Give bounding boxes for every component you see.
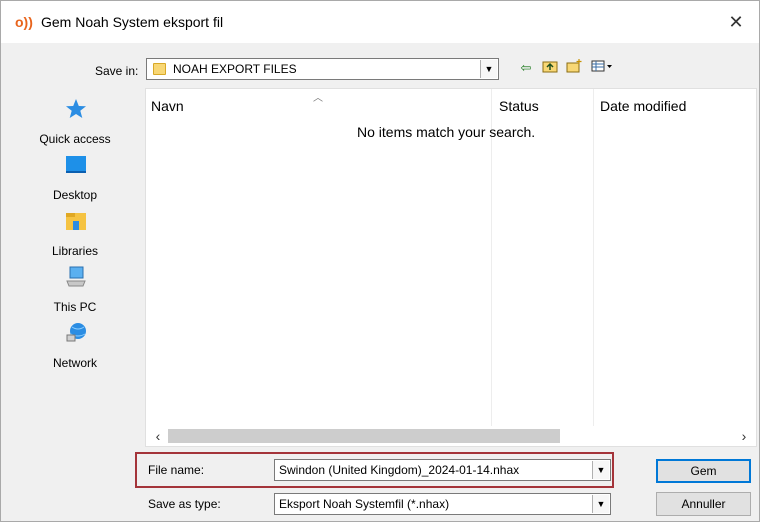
save-in-dropdown[interactable]: NOAH EXPORT FILES ▼ — [146, 58, 499, 80]
star-icon — [65, 98, 87, 120]
file-list[interactable]: ︿ Navn Status Date modified No items mat… — [145, 88, 757, 447]
scroll-left-icon[interactable]: ‹ — [150, 426, 166, 446]
window-title: Gem Noah System eksport fil — [41, 14, 224, 30]
network-icon — [65, 322, 87, 344]
chevron-down-icon[interactable]: ▼ — [592, 495, 609, 513]
column-header-status[interactable]: Status — [499, 98, 539, 114]
place-network[interactable]: Network — [9, 322, 141, 372]
place-quick-access[interactable]: Quick access — [9, 98, 141, 148]
column-divider[interactable] — [593, 89, 594, 427]
place-label: Network — [52, 356, 97, 370]
place-desktop[interactable]: Desktop — [9, 154, 141, 204]
sort-ascending-icon: ︿ — [313, 93, 323, 104]
column-header-name[interactable]: Navn — [151, 98, 184, 114]
place-label: Desktop — [52, 188, 98, 202]
filename-label: File name: — [148, 463, 205, 477]
folder-icon — [153, 63, 166, 75]
save-type-dropdown[interactable]: Eksport Noah Systemfil (*.nhax) ▼ — [274, 493, 611, 515]
places-bar: Quick access Desktop Libraries This PC N… — [9, 88, 141, 428]
desktop-icon — [65, 154, 87, 176]
chevron-down-icon[interactable]: ▼ — [592, 461, 609, 479]
empty-message: No items match your search. — [357, 124, 536, 140]
computer-icon — [65, 266, 87, 288]
save-in-value: NOAH EXPORT FILES — [173, 62, 297, 76]
filename-value: Swindon (United Kingdom)_2024-01-14.nhax — [279, 463, 520, 477]
place-label: Libraries — [51, 244, 99, 258]
close-button[interactable]: ✕ — [713, 1, 759, 43]
save-dialog: o)) Gem Noah System eksport fil ✕ Save i… — [0, 0, 760, 522]
chevron-down-icon[interactable]: ▼ — [480, 60, 497, 78]
save-type-value: Eksport Noah Systemfil (*.nhax) — [279, 497, 450, 511]
save-type-label: Save as type: — [148, 497, 221, 511]
column-header-date-modified[interactable]: Date modified — [600, 98, 686, 114]
new-folder-icon[interactable] — [565, 59, 583, 77]
scrollbar-thumb[interactable] — [168, 429, 560, 443]
libraries-icon — [65, 210, 87, 232]
place-libraries[interactable]: Libraries — [9, 210, 141, 260]
place-label: Quick access — [39, 132, 111, 146]
cancel-button[interactable]: Annuller — [656, 492, 751, 516]
title-bar: o)) Gem Noah System eksport fil ✕ — [1, 1, 759, 43]
save-in-label: Save in: — [95, 64, 139, 78]
view-menu-icon[interactable] — [589, 59, 615, 77]
back-icon[interactable]: ⇦ — [517, 59, 535, 77]
horizontal-scrollbar[interactable]: ‹ › — [146, 426, 756, 446]
filename-input[interactable]: Swindon (United Kingdom)_2024-01-14.nhax… — [274, 459, 611, 481]
noah-app-icon: o)) — [15, 14, 33, 30]
up-folder-icon[interactable] — [541, 59, 559, 77]
save-button[interactable]: Gem — [656, 459, 751, 483]
place-label: This PC — [53, 300, 97, 314]
place-this-pc[interactable]: This PC — [9, 266, 141, 316]
scroll-right-icon[interactable]: › — [736, 426, 752, 446]
